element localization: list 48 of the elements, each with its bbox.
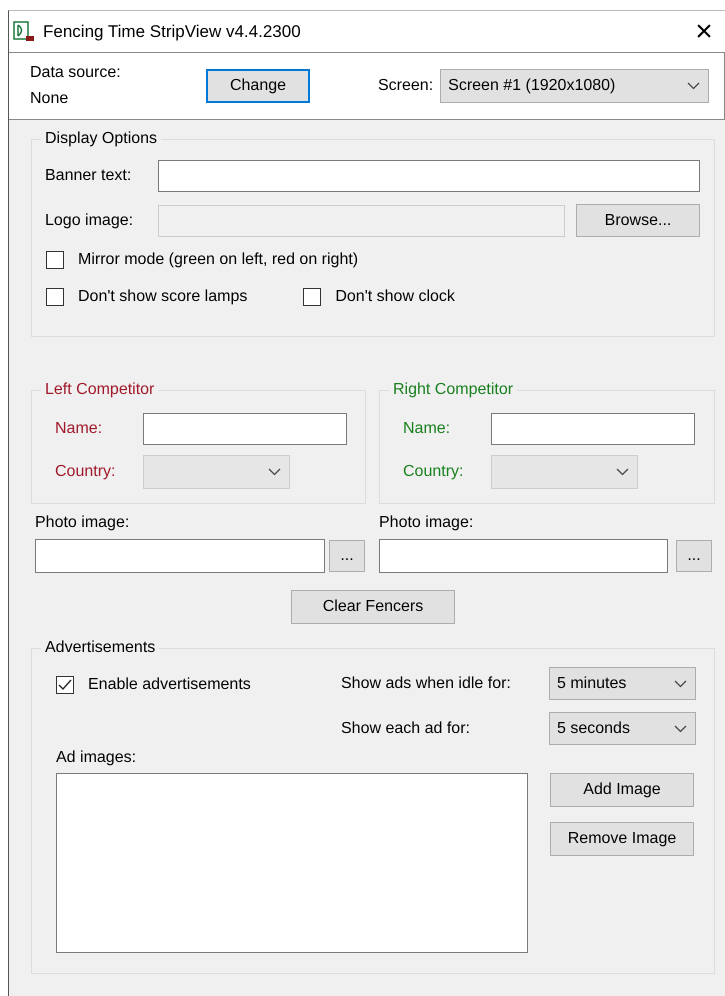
group-title: Left Competitor: [41, 380, 158, 400]
browse-button[interactable]: ...: [329, 540, 365, 572]
group-title: Right Competitor: [389, 380, 518, 400]
app-icon: [13, 20, 35, 42]
idle-time-dropdown[interactable]: 5 minutes: [549, 667, 696, 700]
checkbox-label: Mirror mode (green on left, red on right): [78, 251, 358, 269]
caret-icon: [616, 468, 629, 476]
photo-image-field[interactable]: [379, 539, 668, 573]
close-button[interactable]: ×: [683, 16, 725, 46]
idle-time-label: Show ads when idle for:: [341, 674, 512, 692]
country-label: Country:: [55, 463, 116, 481]
checkbox-label: Don't show score lamps: [78, 288, 248, 306]
window-title: Fencing Time StripView v4.4.2300: [43, 22, 302, 42]
checkbox[interactable]: [303, 288, 322, 306]
caret-icon: [674, 724, 687, 732]
ad-image-button[interactable]: Add Image: [550, 773, 694, 807]
clear-fencers-button[interactable]: Clear Fencers: [291, 590, 455, 624]
ad-image-button[interactable]: Remove Image: [550, 822, 694, 856]
data-source-value: None: [30, 89, 70, 109]
ad-duration-label: Show each ad for:: [341, 720, 471, 738]
photo-image-field[interactable]: [35, 539, 325, 573]
group-title: Display Options: [41, 129, 162, 149]
photo-image-label: Photo image:: [35, 514, 130, 532]
logo-image-label: Logo image:: [45, 212, 134, 230]
checkbox[interactable]: [46, 288, 64, 306]
caret-icon: [687, 82, 700, 90]
ad-images-label: Ad images:: [56, 748, 138, 768]
banner-text-field[interactable]: [158, 160, 700, 192]
screen-label: Screen:: [378, 77, 434, 95]
checkbox-label: Don't show clock: [335, 288, 455, 306]
data-source-label: Data source:: [30, 63, 122, 83]
screen-dropdown[interactable]: Screen #1 (1920x1080): [440, 69, 710, 103]
name-label: Name:: [55, 420, 104, 438]
checkbox[interactable]: [46, 251, 64, 269]
ad-duration-dropdown[interactable]: 5 seconds: [549, 712, 696, 745]
checkbox-label: Enable advertisements: [88, 676, 251, 694]
name-label: Name:: [403, 420, 452, 438]
country-label: Country:: [403, 463, 464, 481]
browse-button[interactable]: ...: [676, 540, 712, 572]
caret-icon: [674, 680, 687, 688]
checkbox[interactable]: [56, 676, 74, 694]
change-button[interactable]: Change: [206, 69, 310, 103]
name-field[interactable]: [143, 413, 347, 445]
browse-button[interactable]: Browse...: [576, 204, 700, 237]
caret-icon: [268, 468, 281, 476]
name-field[interactable]: [491, 413, 695, 445]
photo-image-label: Photo image:: [379, 514, 474, 532]
banner-text-label: Banner text:: [45, 167, 132, 185]
